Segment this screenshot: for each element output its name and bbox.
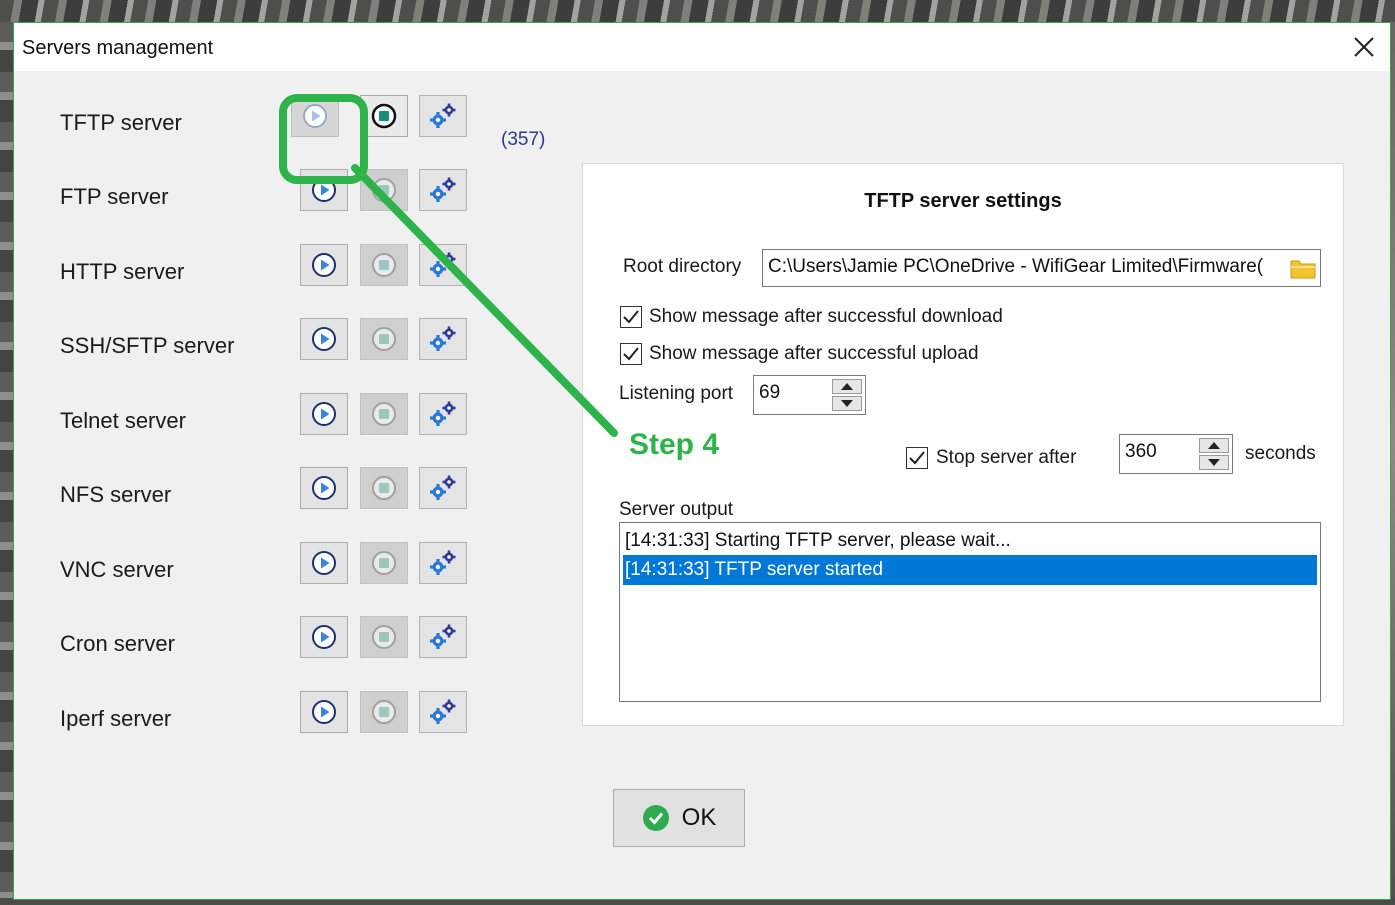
play-circle-icon <box>301 102 329 130</box>
step-4-annotation: Step 4 <box>629 428 720 461</box>
stop-square-icon <box>370 176 398 204</box>
play-circle-icon <box>310 474 338 502</box>
gears-icon <box>427 622 459 652</box>
show-download-label: Show message after successful download <box>649 306 1003 327</box>
gears-icon <box>427 101 459 131</box>
root-directory-label: Root directory <box>623 256 742 277</box>
desktop-background-left <box>0 22 13 902</box>
gears-icon <box>427 399 459 429</box>
gears-icon <box>427 473 459 503</box>
tftp-transfer-count: (357) <box>501 129 546 150</box>
telnet-server-label: Telnet server <box>60 408 186 433</box>
tftp-server-settings-button[interactable] <box>419 95 467 137</box>
close-icon <box>1354 37 1374 57</box>
cron-server-settings-button[interactable] <box>419 616 467 658</box>
root-directory-value: C:\Users\Jamie PC\OneDrive - WifiGear Li… <box>768 256 1264 277</box>
root-directory-field[interactable]: C:\Users\Jamie PC\OneDrive - WifiGear Li… <box>762 249 1321 287</box>
play-circle-icon <box>310 623 338 651</box>
settings-title: TFTP server settings <box>864 190 1062 212</box>
gears-icon <box>427 324 459 354</box>
play-circle-icon <box>310 325 338 353</box>
play-circle-icon <box>310 698 338 726</box>
stop-square-icon <box>370 325 398 353</box>
vnc-server-label: VNC server <box>60 557 174 582</box>
output-line-selected[interactable]: [14:31:33] TFTP server started <box>623 555 1317 585</box>
iperf-server-stop-button[interactable] <box>360 691 408 733</box>
http-server-stop-button[interactable] <box>360 244 408 286</box>
telnet-server-start-button[interactable] <box>300 393 348 435</box>
gears-icon <box>427 250 459 280</box>
nfs-server-settings-button[interactable] <box>419 467 467 509</box>
gears-icon <box>427 548 459 578</box>
ftp-server-label: FTP server <box>60 184 169 209</box>
listening-port-value: 69 <box>759 382 781 403</box>
stop-down-arrow[interactable] <box>1199 455 1229 470</box>
show-upload-label: Show message after successful upload <box>649 343 979 364</box>
http-server-label: HTTP server <box>60 259 185 284</box>
window-title: Servers management <box>22 37 214 59</box>
port-down-arrow[interactable] <box>832 396 862 411</box>
nfs-server-start-button[interactable] <box>300 467 348 509</box>
title-bar: Servers management <box>14 23 1390 71</box>
ftp-server-start-button[interactable] <box>300 169 348 211</box>
listening-port-spinner[interactable]: 69 <box>753 375 866 415</box>
show-upload-checkbox[interactable] <box>620 343 642 365</box>
gears-icon <box>427 175 459 205</box>
cron-server-stop-button[interactable] <box>360 616 408 658</box>
port-up-arrow[interactable] <box>832 379 862 394</box>
ftp-server-stop-button[interactable] <box>360 169 408 211</box>
tftp-server-label: TFTP server <box>60 110 182 135</box>
stop-after-value: 360 <box>1125 441 1157 462</box>
stop-square-icon <box>370 549 398 577</box>
ssh-sftp-server-start-button[interactable] <box>300 318 348 360</box>
show-download-checkbox[interactable] <box>620 306 642 328</box>
ssh-sftp-server-stop-button[interactable] <box>360 318 408 360</box>
vnc-server-start-button[interactable] <box>300 542 348 584</box>
folder-icon[interactable] <box>1290 256 1316 286</box>
nfs-server-label: NFS server <box>60 482 172 507</box>
stop-square-icon <box>370 698 398 726</box>
tftp-server-stop-button[interactable] <box>360 95 408 137</box>
stop-square-icon <box>370 102 398 130</box>
ftp-server-settings-button[interactable] <box>419 169 467 211</box>
stop-after-label: Stop server after <box>936 447 1077 468</box>
iperf-server-label: Iperf server <box>60 706 172 731</box>
stop-up-arrow[interactable] <box>1199 438 1229 453</box>
ok-button[interactable]: OK <box>613 789 745 847</box>
cron-server-start-button[interactable] <box>300 616 348 658</box>
vnc-server-settings-button[interactable] <box>419 542 467 584</box>
stop-square-icon <box>370 474 398 502</box>
iperf-server-start-button[interactable] <box>300 691 348 733</box>
server-output-list[interactable]: [14:31:33] Starting TFTP server, please … <box>619 522 1321 702</box>
server-output-label: Server output <box>619 499 734 520</box>
gears-icon <box>427 697 459 727</box>
check-circle-icon <box>642 805 669 831</box>
stop-square-icon <box>370 400 398 428</box>
iperf-server-settings-button[interactable] <box>419 691 467 733</box>
cron-server-label: Cron server <box>60 631 175 656</box>
play-circle-icon <box>310 549 338 577</box>
stop-after-checkbox[interactable] <box>906 447 928 469</box>
stop-square-icon <box>370 251 398 279</box>
desktop-background-top <box>0 0 1395 22</box>
telnet-server-stop-button[interactable] <box>360 393 408 435</box>
vnc-server-stop-button[interactable] <box>360 542 408 584</box>
stop-square-icon <box>370 623 398 651</box>
play-circle-icon <box>310 176 338 204</box>
http-server-settings-button[interactable] <box>419 244 467 286</box>
listening-port-label: Listening port <box>619 383 734 404</box>
stop-after-spinner[interactable]: 360 <box>1119 434 1233 474</box>
play-circle-icon <box>310 251 338 279</box>
close-button[interactable] <box>1344 27 1384 67</box>
tftp-server-start-button[interactable] <box>291 95 339 137</box>
http-server-start-button[interactable] <box>300 244 348 286</box>
nfs-server-stop-button[interactable] <box>360 467 408 509</box>
ssh-sftp-server-label: SSH/SFTP server <box>60 333 235 358</box>
telnet-server-settings-button[interactable] <box>419 393 467 435</box>
ssh-sftp-server-settings-button[interactable] <box>419 318 467 360</box>
seconds-label: seconds <box>1245 443 1316 464</box>
output-line[interactable]: [14:31:33] Starting TFTP server, please … <box>623 526 1317 556</box>
ok-label: OK <box>681 804 717 831</box>
play-circle-icon <box>310 400 338 428</box>
